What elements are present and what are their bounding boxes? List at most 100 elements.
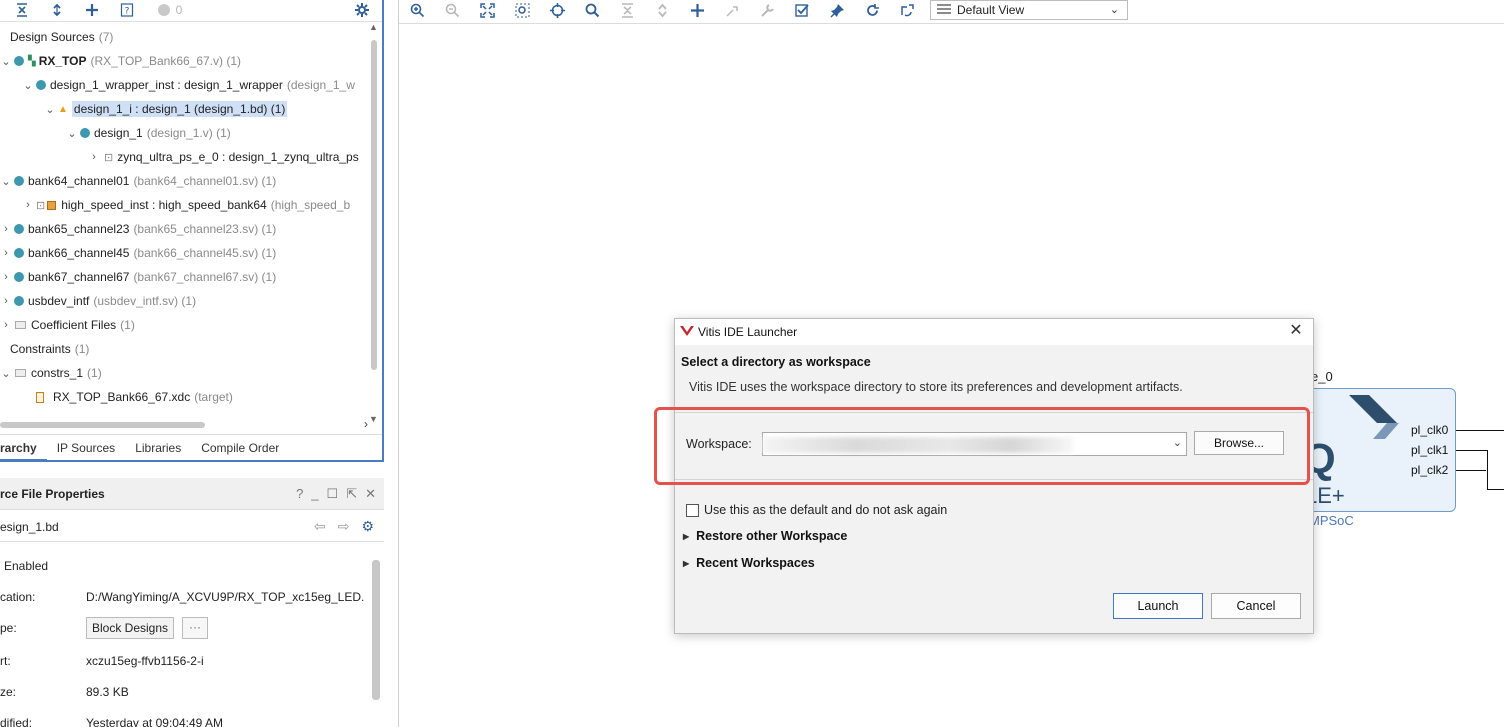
close-icon[interactable]: ✕: [365, 486, 376, 502]
tree-node-design-sources[interactable]: Design Sources (7): [0, 26, 366, 48]
properties-scrollbar[interactable]: [372, 560, 380, 700]
tree-node-coefficient-files[interactable]: › Coefficient Files (1): [0, 314, 366, 336]
chevron-right-icon[interactable]: ›: [22, 199, 34, 211]
tree-node-xdc-file[interactable]: RX_TOP_Bank66_67.xdc (target): [0, 386, 366, 408]
scroll-thumb[interactable]: [0, 422, 205, 428]
make-connection-icon[interactable]: [721, 0, 743, 20]
chevron-down-icon[interactable]: ⌄: [0, 367, 12, 380]
tree-node-bank67[interactable]: › bank67_channel67 (bank67_channel67.sv)…: [0, 266, 366, 288]
scroll-down-icon[interactable]: ▼: [369, 414, 378, 424]
expand-all-icon[interactable]: [651, 0, 673, 20]
more-button[interactable]: ···: [182, 617, 209, 639]
scroll-right-icon[interactable]: ›: [364, 417, 368, 431]
tree-node-bank64[interactable]: ⌄ bank64_channel01 (bank64_channel01.sv)…: [0, 170, 366, 192]
wire[interactable]: [1487, 450, 1488, 490]
tree-label: RX_TOP: [38, 54, 87, 68]
chevron-down-icon[interactable]: ⌄: [0, 175, 12, 188]
chevron-right-icon[interactable]: ›: [0, 295, 12, 307]
scroll-thumb[interactable]: [371, 40, 377, 370]
help-icon[interactable]: ?: [117, 1, 137, 19]
expand-all-icon[interactable]: [47, 1, 67, 19]
verilog-module-icon: [36, 80, 46, 90]
regenerate-layout-icon[interactable]: [896, 0, 918, 20]
refresh-icon[interactable]: [861, 0, 883, 20]
panel-divider[interactable]: [398, 0, 399, 727]
gear-icon[interactable]: [352, 1, 372, 19]
hierarchy-icon: ▚: [28, 55, 36, 67]
view-select[interactable]: Default View ⌄: [930, 0, 1128, 20]
chevron-down-icon[interactable]: ⌄: [44, 103, 56, 116]
validate-design-icon[interactable]: [791, 0, 813, 20]
zoom-area-icon[interactable]: [511, 0, 533, 20]
default-checkbox[interactable]: [686, 503, 699, 517]
scroll-up-icon[interactable]: ▲: [369, 22, 378, 32]
cancel-button[interactable]: Cancel: [1211, 593, 1301, 619]
recent-label: Recent Workspaces: [696, 556, 815, 570]
tree-horizontal-scrollbar[interactable]: ›: [0, 417, 370, 431]
tree-node-constrs-1[interactable]: ⌄ constrs_1 (1): [0, 362, 366, 384]
tree-node-design-1-i[interactable]: ⌄ ▲ design_1_i : design_1 (design_1.bd) …: [0, 98, 366, 120]
zoom-in-icon[interactable]: [406, 0, 428, 20]
tree-node-bank66[interactable]: › bank66_channel45 (bank66_channel45.sv)…: [0, 242, 366, 264]
collapse-all-icon[interactable]: [616, 0, 638, 20]
property-value: 89.3 KB: [86, 685, 129, 699]
chevron-right-icon[interactable]: ›: [0, 247, 12, 259]
collapse-all-icon[interactable]: [12, 1, 32, 19]
block-design-icon: ▲: [58, 103, 68, 115]
chevron-down-icon[interactable]: ⌄: [66, 127, 78, 140]
type-button[interactable]: Block Designs: [86, 617, 175, 639]
chevron-down-icon[interactable]: ⌄: [0, 55, 12, 68]
chevron-right-icon[interactable]: ›: [0, 223, 12, 235]
tree-node-constraints[interactable]: Constraints (1): [0, 338, 366, 360]
select-area-icon[interactable]: [546, 0, 568, 20]
tree-node-design-1[interactable]: ⌄ design_1 (design_1.v) (1): [0, 122, 366, 144]
close-icon[interactable]: ✕: [1287, 322, 1305, 340]
tree-node-rx-top[interactable]: ⌄ ▚ RX_TOP (RX_TOP_Bank66_67.v) (1): [0, 50, 366, 72]
zoom-fit-icon[interactable]: [476, 0, 498, 20]
popout-icon[interactable]: ⇱: [346, 486, 357, 502]
wire[interactable]: [1456, 450, 1488, 451]
tab-ip-sources[interactable]: IP Sources: [47, 435, 125, 461]
gear-icon[interactable]: ⚙: [361, 518, 374, 535]
zoom-out-icon[interactable]: [441, 0, 463, 20]
tree-node-high-speed-inst[interactable]: › ⊡ high_speed_inst : high_speed_bank64 …: [0, 194, 366, 216]
tree-vertical-scrollbar[interactable]: ▲ ▼: [369, 22, 379, 424]
tree-suffix: (RX_TOP_Bank66_67.v) (1): [90, 54, 242, 68]
restore-icon[interactable]: ☐: [327, 486, 339, 502]
chevron-right-icon[interactable]: ›: [88, 151, 100, 163]
search-icon[interactable]: [581, 0, 603, 20]
tab-libraries[interactable]: Libraries: [125, 435, 191, 461]
back-arrow-icon[interactable]: ⇦: [314, 518, 326, 535]
pin-pl-clk0[interactable]: pl_clk0: [1411, 423, 1448, 437]
wire[interactable]: [1456, 430, 1504, 431]
tree-node-zynq-ps[interactable]: › ⊡ zynq_ultra_ps_e_0 : design_1_zynq_ul…: [0, 146, 366, 168]
forward-arrow-icon[interactable]: ⇨: [338, 518, 350, 535]
help-icon[interactable]: ?: [296, 486, 303, 502]
tab-compile-order[interactable]: Compile Order: [191, 435, 289, 461]
chevron-down-icon[interactable]: ⌄: [22, 79, 34, 92]
chevron-right-icon[interactable]: ›: [0, 319, 12, 331]
default-checkbox-row[interactable]: Use this as the default and do not ask a…: [686, 503, 947, 517]
wire[interactable]: [1487, 489, 1504, 490]
wrench-icon[interactable]: [756, 0, 778, 20]
launch-button[interactable]: Launch: [1113, 593, 1203, 619]
warnings-indicator[interactable]: 0: [152, 1, 188, 19]
restore-workspace-expander[interactable]: ▶ Restore other Workspace: [683, 529, 847, 543]
recent-workspaces-expander[interactable]: ▶ Recent Workspaces: [683, 556, 815, 570]
pin-pl-clk2[interactable]: pl_clk2: [1411, 463, 1448, 477]
pin-pl-clk1[interactable]: pl_clk1: [1411, 443, 1448, 457]
tree-suffix: (bank64_channel01.sv) (1): [133, 174, 277, 188]
tab-hierarchy[interactable]: rarchy: [0, 435, 47, 461]
ip-core-icon: [47, 200, 57, 210]
tree-node-wrapper-inst[interactable]: ⌄ design_1_wrapper_inst : design_1_wrapp…: [0, 74, 366, 96]
chevron-right-icon[interactable]: ›: [0, 271, 12, 283]
minimize-icon[interactable]: _: [311, 486, 318, 502]
verilog-module-icon: [14, 296, 24, 306]
add-icon[interactable]: [82, 1, 102, 19]
wire[interactable]: [1456, 470, 1486, 471]
tree-node-usbdev[interactable]: › usbdev_intf (usbdev_intf.sv) (1): [0, 290, 366, 312]
tree-suffix: (bank67_channel67.sv) (1): [133, 270, 277, 284]
tree-node-bank65[interactable]: › bank65_channel23 (bank65_channel23.sv)…: [0, 218, 366, 240]
add-ip-icon[interactable]: [686, 0, 708, 20]
pin-icon[interactable]: [826, 0, 848, 20]
